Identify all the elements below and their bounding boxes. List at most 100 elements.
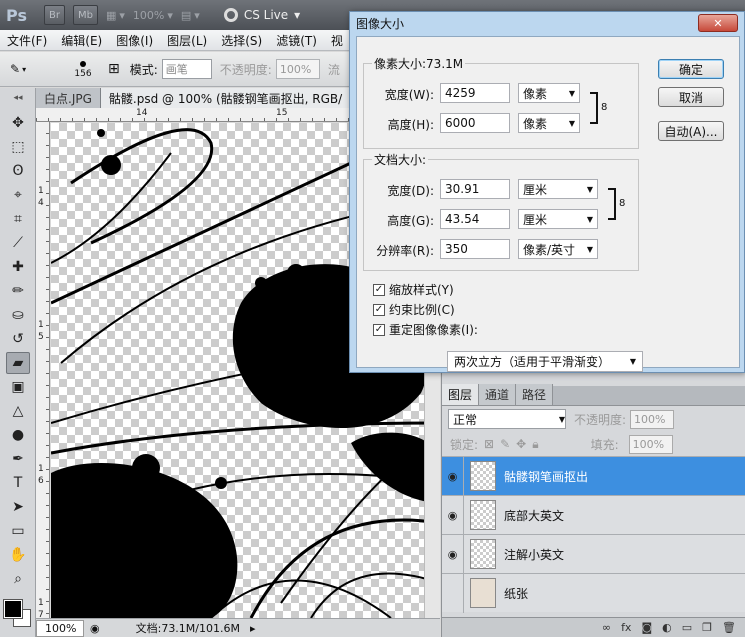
pen-tool-icon[interactable]: ✒ <box>6 448 30 470</box>
shape-tool-icon[interactable]: ▭ <box>6 520 30 542</box>
mask-icon[interactable]: ◙ <box>641 621 652 634</box>
blend-mode-select[interactable]: 正常 ▼ <box>448 409 566 429</box>
tab-paths[interactable]: 路径 <box>516 384 554 405</box>
pixel-width-input[interactable]: 4259 <box>440 83 510 103</box>
layer-opacity-input[interactable]: 100% <box>630 409 675 429</box>
foreground-color-swatch[interactable] <box>3 599 23 619</box>
zoom-level-dropdown[interactable]: 100% ▾ <box>133 9 173 22</box>
layer-row[interactable]: ◉ 底部大英文 <box>442 495 745 535</box>
cancel-button[interactable]: 取消 <box>658 87 724 107</box>
history-brush-tool-icon[interactable]: ↺ <box>6 328 30 350</box>
doc-width-unit-select[interactable]: 厘米 ▼ <box>518 179 598 199</box>
status-arrow-icon[interactable]: ▸ <box>250 622 256 635</box>
link-layers-icon[interactable]: ∞ <box>602 621 611 634</box>
menu-view[interactable]: 视 <box>324 32 350 49</box>
tab-skull-psd[interactable]: 骷髅.psd @ 100% (骷髅钢笔画抠出, RGB/ <box>100 88 352 108</box>
eye-icon[interactable]: ◉ <box>442 495 464 535</box>
mini-bridge-button[interactable]: Mb <box>72 5 98 25</box>
eye-hidden-icon[interactable] <box>442 573 464 613</box>
resolution-input[interactable]: 350 <box>440 239 510 259</box>
doc-width-label: 宽度(D): <box>387 184 434 198</box>
unit-value: 像素/英寸 <box>523 242 576 257</box>
trash-icon[interactable]: 🗑︎ <box>722 621 736 634</box>
view-extras-dropdown[interactable]: ▦ ▾ <box>106 9 125 22</box>
resolution-label: 分辨率(R): <box>376 244 434 258</box>
pixel-width-unit-select[interactable]: 像素 ▼ <box>518 83 580 103</box>
type-tool-icon[interactable]: T <box>6 472 30 494</box>
close-button[interactable]: ✕ <box>698 14 738 32</box>
tool-preset-picker[interactable]: ✎ ▾ <box>10 57 46 81</box>
eraser-tool-icon[interactable]: ▰ <box>6 352 30 374</box>
chevron-down-icon: ▾ <box>22 64 27 74</box>
brush-tool-icon[interactable]: ✏ <box>6 280 30 302</box>
eye-icon[interactable]: ◉ <box>442 534 464 574</box>
menu-layer[interactable]: 图层(L) <box>160 32 214 49</box>
lock-pixels-icon[interactable]: ✎ <box>500 437 510 451</box>
eye-icon[interactable]: ◉ <box>442 456 464 496</box>
tab-layers[interactable]: 图层 <box>442 384 480 405</box>
new-layer-icon[interactable]: ❐ <box>702 621 712 634</box>
gradient-tool-icon[interactable]: ▣ <box>6 376 30 398</box>
move-tool-icon[interactable]: ✥ <box>6 112 30 134</box>
adjustment-icon[interactable]: ◐ <box>662 621 672 634</box>
photoshop-logo: Ps <box>6 5 27 25</box>
cs-live-menu[interactable]: CS Live ▾ <box>223 8 300 22</box>
brush-preset-picker[interactable]: 156 <box>68 59 98 79</box>
brush-panel-toggle-icon[interactable]: ⊞ <box>108 61 120 77</box>
path-selection-tool-icon[interactable]: ➤ <box>6 496 30 518</box>
layer-row[interactable]: 纸张 <box>442 573 745 613</box>
doc-height-input[interactable]: 43.54 <box>440 209 510 229</box>
clone-stamp-tool-icon[interactable]: ⛀ <box>6 304 30 326</box>
dialog-body: 像素大小:73.1M 宽度(W): 4259 像素 ▼ 高度(H): 6000 像… <box>356 36 740 372</box>
resolution-unit-select[interactable]: 像素/英寸 ▼ <box>518 239 598 259</box>
resample-method-select[interactable]: 两次立方（适用于平滑渐变） ▼ <box>447 351 643 372</box>
layer-row[interactable]: ◉ 注解小英文 <box>442 534 745 574</box>
auto-button[interactable]: 自动(A)... <box>658 121 724 141</box>
pixel-height-unit-select[interactable]: 像素 ▼ <box>518 113 580 133</box>
lasso-tool-icon[interactable]: ʘ <box>6 160 30 182</box>
fx-icon[interactable]: fx <box>621 621 631 634</box>
tab-white-dots[interactable]: 白点.JPG <box>36 88 101 108</box>
menu-image[interactable]: 图像(I) <box>109 32 160 49</box>
fill-input[interactable]: 100% <box>628 434 673 454</box>
resample-image-checkbox[interactable]: ✓ 重定图像像素(I): <box>373 321 478 338</box>
tab-channels[interactable]: 通道 <box>479 384 517 405</box>
blur-tool-icon[interactable]: △ <box>6 400 30 422</box>
opacity-input[interactable]: 100% <box>275 59 320 79</box>
menu-select[interactable]: 选择(S) <box>214 32 269 49</box>
lock-transparency-icon[interactable]: ⊠ <box>484 437 494 451</box>
status-menu-icon[interactable]: ◉ <box>90 622 100 635</box>
zoom-tool-icon[interactable]: ⌕ <box>6 568 30 590</box>
layer-row[interactable]: ◉ 骷髅钢笔画抠出 <box>442 456 745 496</box>
pixel-height-input[interactable]: 6000 <box>440 113 510 133</box>
eyedropper-tool-icon[interactable]: ⟋ <box>6 232 30 254</box>
hand-tool-icon[interactable]: ✋ <box>6 544 30 566</box>
ruler-mark: 6 <box>38 476 44 486</box>
panel-collapse-icon[interactable]: ◂◂ <box>6 93 30 103</box>
doc-height-unit-select[interactable]: 厘米 ▼ <box>518 209 598 229</box>
healing-brush-tool-icon[interactable]: ✚ <box>6 256 30 278</box>
crop-tool-icon[interactable]: ⌗ <box>6 208 30 230</box>
quick-selection-tool-icon[interactable]: ⌖ <box>6 184 30 206</box>
chain-link-icon: 8 <box>619 198 626 209</box>
arrange-documents-dropdown[interactable]: ▤ ▾ <box>181 9 200 22</box>
constrain-proportions-checkbox[interactable]: ✓ 约束比例(C) <box>373 301 455 318</box>
menu-filter[interactable]: 滤镜(T) <box>269 32 324 49</box>
ruler-mark: 4 <box>38 198 44 208</box>
layer-thumbnail <box>470 461 496 491</box>
doc-width-input[interactable]: 30.91 <box>440 179 510 199</box>
dodge-tool-icon[interactable]: ● <box>6 424 30 446</box>
pixel-dimensions-title: 像素大小:73.1M <box>372 55 466 72</box>
lock-all-icon[interactable]: 🔒︎ <box>532 437 538 452</box>
dialog-title: 图像大小 <box>356 16 405 31</box>
scale-styles-checkbox[interactable]: ✓ 缩放样式(Y) <box>373 281 454 298</box>
marquee-tool-icon[interactable]: ⬚ <box>6 136 30 158</box>
ok-button[interactable]: 确定 <box>658 59 724 79</box>
lock-position-icon[interactable]: ✥ <box>516 437 526 451</box>
group-icon[interactable]: ▭ <box>682 621 692 634</box>
menu-edit[interactable]: 编辑(E) <box>54 32 109 49</box>
menu-file[interactable]: 文件(F) <box>0 32 54 49</box>
zoom-field[interactable]: 100% <box>36 619 84 637</box>
mode-select[interactable]: 画笔 <box>161 59 212 79</box>
bridge-button[interactable]: Br <box>44 5 65 25</box>
